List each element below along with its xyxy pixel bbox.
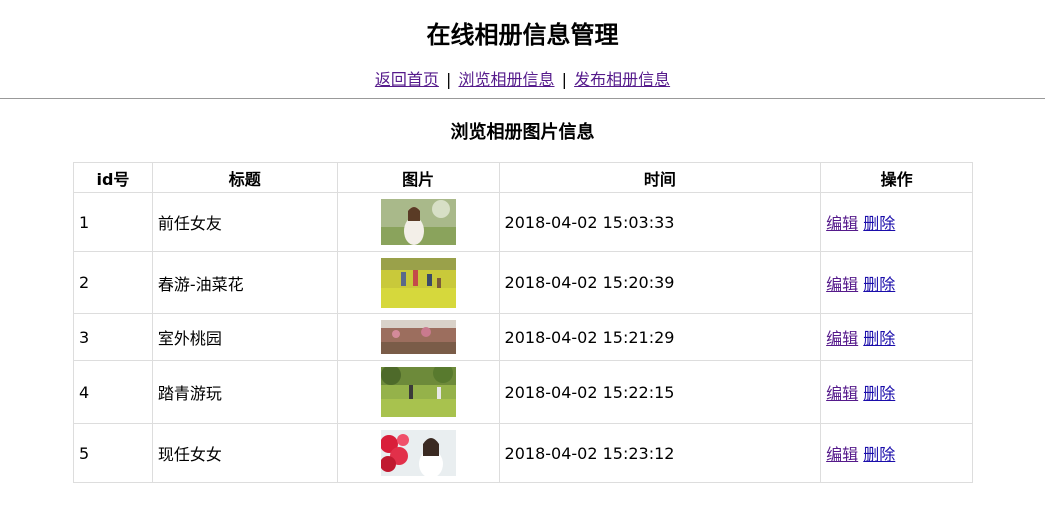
- title-cell: 前任女友: [151, 192, 338, 252]
- id-cell: 1: [73, 192, 153, 252]
- table-header-row: id号 标题 图片 时间 操作: [73, 162, 973, 193]
- time-cell: 2018-04-02 15:03:33: [498, 192, 822, 252]
- column-header: 时间: [498, 162, 822, 193]
- nav-publish-link[interactable]: 发布相册信息: [574, 70, 670, 89]
- table-row: 4 踏青游玩 2018-04-02 15:22:15 编辑 删除: [73, 360, 973, 424]
- column-header: 操作: [820, 162, 973, 193]
- nav-separator: |: [446, 70, 452, 89]
- nav-home-link[interactable]: 返回首页: [375, 70, 439, 89]
- edit-link[interactable]: 编辑: [826, 329, 858, 348]
- divider: [0, 98, 1045, 99]
- column-header: 标题: [151, 162, 338, 193]
- id-cell: 5: [73, 423, 153, 483]
- edit-link[interactable]: 编辑: [826, 384, 858, 403]
- actions-cell: 编辑 删除: [820, 251, 973, 314]
- actions-cell: 编辑 删除: [820, 313, 973, 361]
- id-cell: 2: [73, 251, 153, 314]
- title-cell: 现任女女: [151, 423, 338, 483]
- table-row: 1 前任女友 2018-04-02 15:03:33 编辑 删除: [73, 192, 973, 252]
- photo-thumbnail: [380, 320, 456, 354]
- image-cell: [336, 192, 500, 252]
- delete-link[interactable]: 删除: [863, 275, 895, 294]
- title-cell: 春游-油菜花: [151, 251, 338, 314]
- image-cell: [336, 423, 500, 483]
- edit-link[interactable]: 编辑: [826, 275, 858, 294]
- actions-cell: 编辑 删除: [820, 360, 973, 424]
- time-cell: 2018-04-02 15:22:15: [498, 360, 822, 424]
- column-header: 图片: [336, 162, 500, 193]
- photo-thumbnail: [380, 430, 456, 476]
- photo-thumbnail: [380, 367, 456, 417]
- time-cell: 2018-04-02 15:20:39: [498, 251, 822, 314]
- column-header: id号: [73, 162, 153, 193]
- time-cell: 2018-04-02 15:23:12: [498, 423, 822, 483]
- title-cell: 室外桃园: [151, 313, 338, 361]
- title-cell: 踏青游玩: [151, 360, 338, 424]
- delete-link[interactable]: 删除: [863, 384, 895, 403]
- table-row: 2 春游-油菜花 2018-04-02 15:20:39 编辑 删除: [73, 251, 973, 314]
- table-row: 5 现任女女 2018-04-02 15:23:12 编辑 删除: [73, 423, 973, 483]
- top-nav: 返回首页 | 浏览相册信息 | 发布相册信息: [0, 68, 1045, 92]
- photo-thumbnail: [380, 257, 456, 308]
- actions-cell: 编辑 删除: [820, 192, 973, 252]
- image-cell: [336, 360, 500, 424]
- nav-browse-link[interactable]: 浏览相册信息: [458, 70, 554, 89]
- id-cell: 4: [73, 360, 153, 424]
- image-cell: [336, 251, 500, 314]
- photo-thumbnail: [380, 199, 456, 245]
- table-row: 3 室外桃园 2018-04-02 15:21:29 编辑 删除: [73, 313, 973, 361]
- section-title: 浏览相册图片信息: [450, 122, 595, 143]
- nav-separator: |: [561, 70, 567, 89]
- delete-link[interactable]: 删除: [863, 445, 895, 464]
- edit-link[interactable]: 编辑: [826, 445, 858, 464]
- time-cell: 2018-04-02 15:21:29: [498, 313, 822, 361]
- id-cell: 3: [73, 313, 153, 361]
- edit-link[interactable]: 编辑: [826, 214, 858, 233]
- delete-link[interactable]: 删除: [863, 329, 895, 348]
- image-cell: [336, 313, 500, 361]
- actions-cell: 编辑 删除: [820, 423, 973, 483]
- album-table: id号 标题 图片 时间 操作 1 前任女友 2018-04-02 15:03:…: [73, 162, 973, 483]
- page-title: 在线相册信息管理: [426, 21, 619, 49]
- delete-link[interactable]: 删除: [863, 214, 895, 233]
